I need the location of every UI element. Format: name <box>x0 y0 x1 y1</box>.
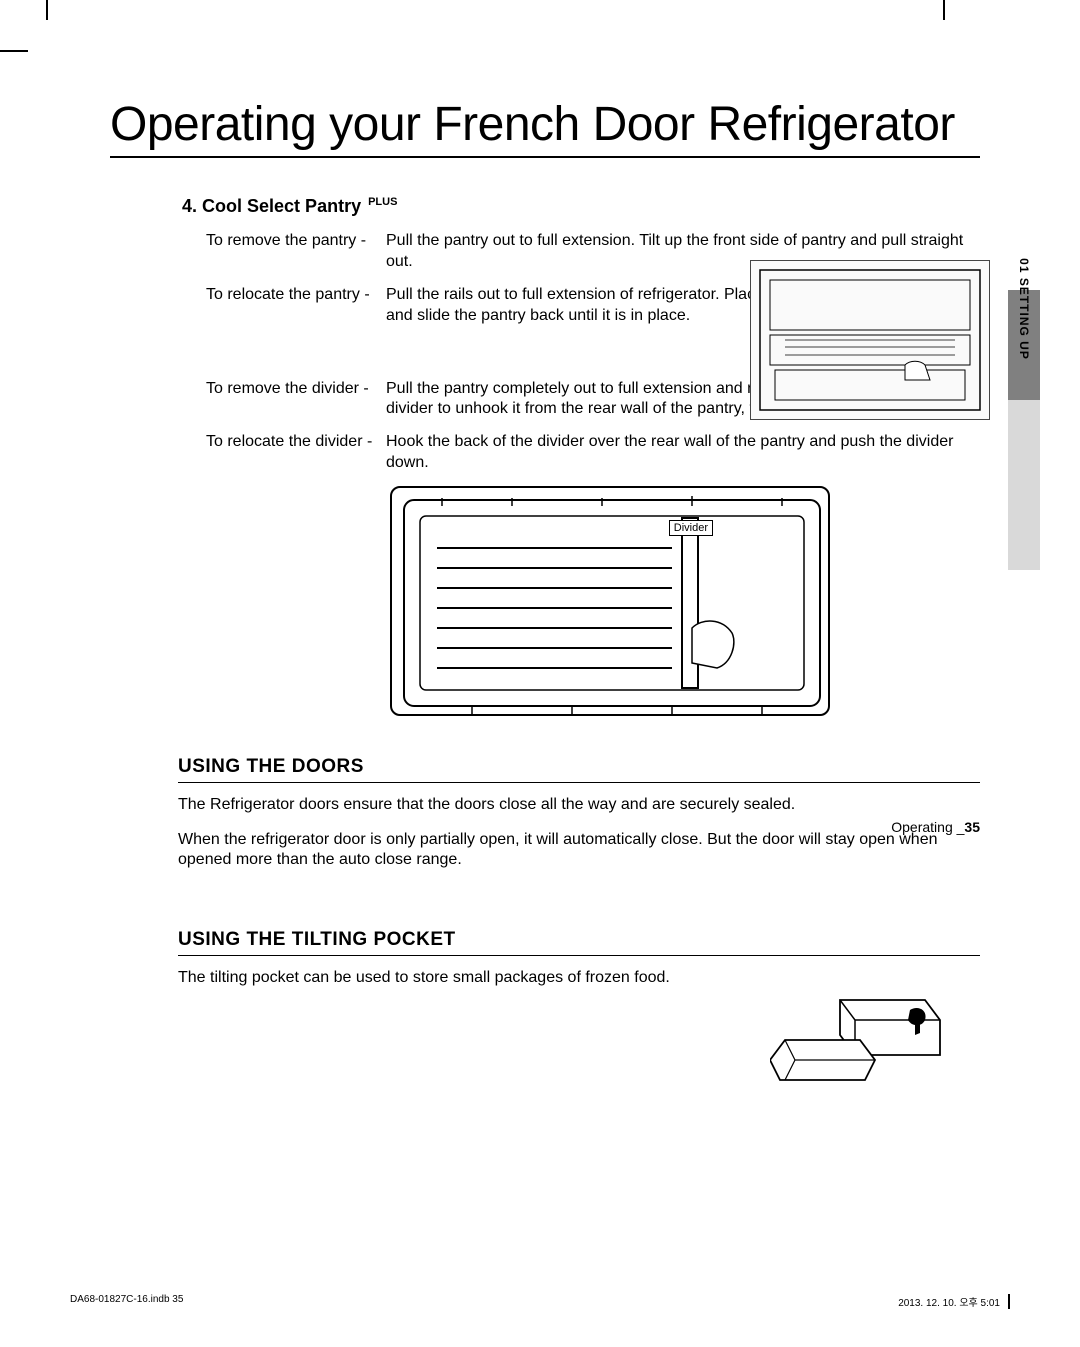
instruction-label: To remove the pantry - <box>206 231 386 273</box>
page-title: Operating your French Door Refrigerator <box>110 100 980 158</box>
section-4-heading: 4. Cool Select Pantry PLUS <box>182 196 980 217</box>
instruction-text: Hook the back of the divider over the re… <box>386 432 980 474</box>
divider-callout-label: Divider <box>669 520 713 536</box>
section-number: 4. <box>182 196 197 216</box>
using-doors-heading: USING THE DOORS <box>178 756 980 783</box>
doors-paragraph-2: When the refrigerator door is only parti… <box>178 830 978 872</box>
print-footer: DA68-01827C-16.indb 35 2013. 12. 10. 오후 … <box>70 1294 1010 1309</box>
instruction-relocate-divider: To relocate the divider - Hook the back … <box>206 432 980 474</box>
side-tab: 01 SETTING UP <box>1008 290 1040 570</box>
footer-section-text: Operating _ <box>891 819 964 835</box>
instruction-label: To relocate the divider - <box>206 432 386 474</box>
instruction-label: To remove the divider - <box>206 379 386 421</box>
tilting-pocket-illustration <box>770 985 950 1085</box>
page-content: Operating your French Door Refrigerator … <box>110 100 980 1003</box>
section-sup: PLUS <box>368 196 397 208</box>
tilting-pocket-heading: USING THE TILTING POCKET <box>178 929 980 956</box>
print-footer-left: DA68-01827C-16.indb 35 <box>70 1294 183 1309</box>
doors-paragraph-1: The Refrigerator doors ensure that the d… <box>178 795 978 816</box>
tilting-paragraph: The tilting pocket can be used to store … <box>178 968 758 989</box>
side-tab-label: 01 SETTING UP <box>1017 258 1031 360</box>
divider-tray-illustration: Divider <box>390 486 830 716</box>
print-footer-right: 2013. 12. 10. 오후 5:01 <box>898 1294 1010 1309</box>
section-title-text: Cool Select Pantry <box>202 196 361 216</box>
instruction-label: To relocate the pantry - <box>206 285 386 327</box>
footer-page-number: 35 <box>964 819 980 835</box>
pantry-drawer-illustration <box>750 260 990 420</box>
page-footer-label: Operating _35 <box>891 819 980 835</box>
